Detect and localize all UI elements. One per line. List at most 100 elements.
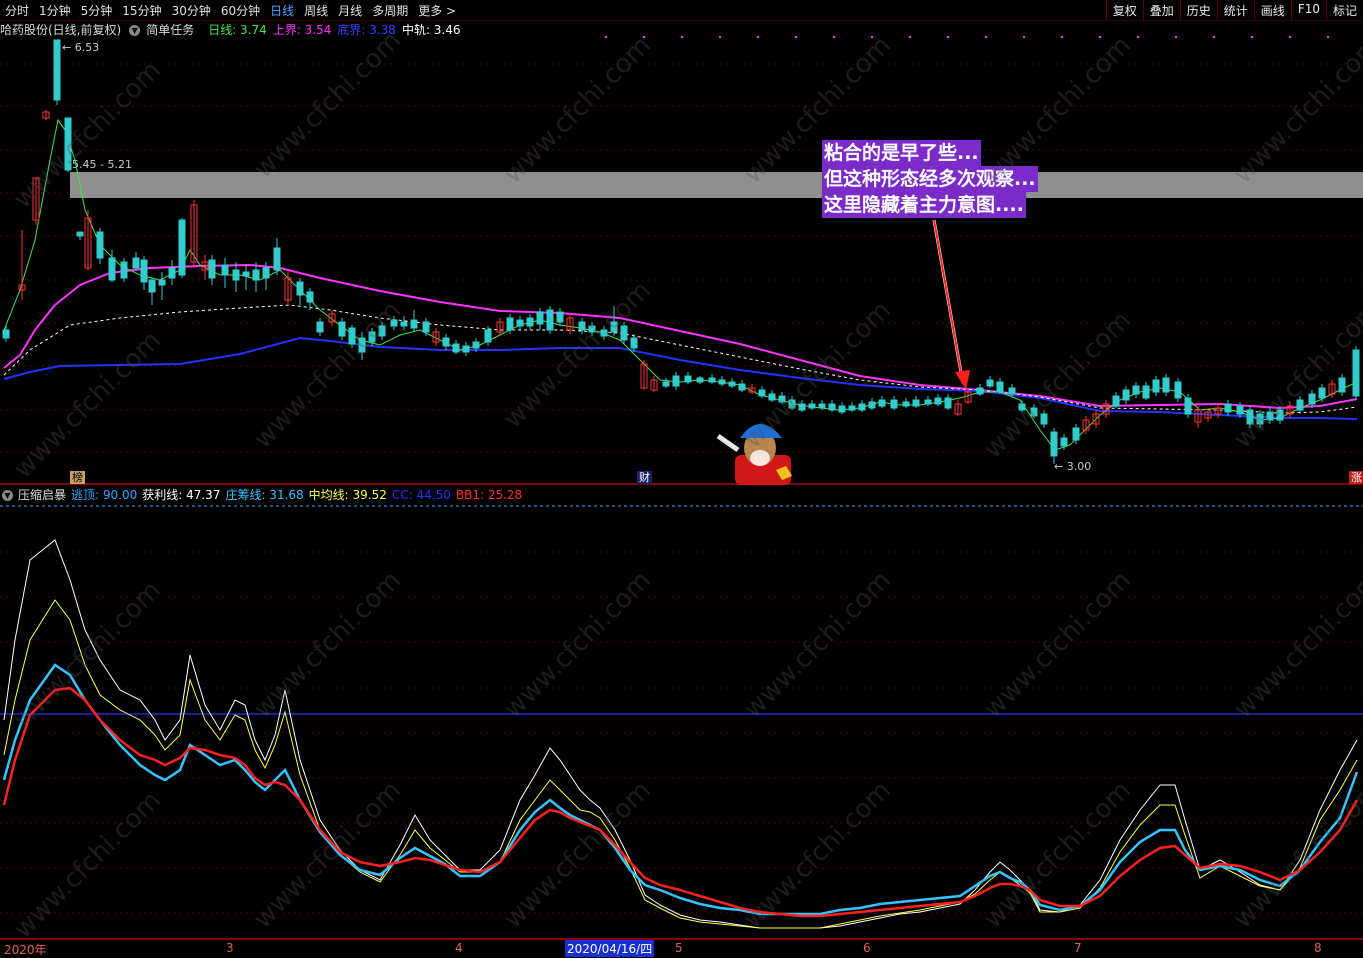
candle-body	[890, 399, 898, 409]
marker-dot	[1023, 36, 1025, 38]
candle-body	[262, 267, 270, 279]
candle-body	[484, 329, 492, 343]
date-label-3: 2020/04/16/四	[565, 940, 655, 957]
candle-body	[506, 317, 514, 331]
candle-body	[758, 389, 766, 397]
marker-dot	[947, 36, 949, 38]
marker-dot	[643, 36, 645, 38]
candle-body	[684, 375, 692, 383]
candle-body	[588, 325, 596, 333]
date-label-5: 6	[863, 941, 871, 955]
candle-body	[902, 401, 910, 407]
lower-value-3: 中均线: 39.52	[308, 488, 387, 502]
annotation-line-0: 粘合的是早了些...	[822, 140, 981, 166]
candle-body	[808, 403, 816, 409]
marker-dot	[1251, 36, 1253, 38]
candle-body	[798, 403, 806, 411]
candle-body	[108, 257, 116, 281]
chevron-down-icon[interactable]: ▼	[2, 490, 13, 501]
daily-line	[3, 118, 1358, 451]
candle-body	[708, 377, 716, 383]
candle-body	[316, 321, 324, 333]
candle-body	[462, 345, 470, 353]
candle-body	[358, 337, 366, 353]
candle-body	[976, 387, 984, 395]
candle-body	[368, 331, 376, 343]
candle-body	[1224, 403, 1232, 413]
lower-value-4: CC: 44.50	[391, 488, 451, 502]
candle-body	[924, 399, 932, 405]
candle-body	[64, 117, 72, 171]
candle-body	[1112, 395, 1120, 407]
candle-body	[696, 377, 704, 383]
candle-body	[868, 401, 876, 409]
candle-body	[1132, 385, 1140, 395]
marker-dot	[909, 36, 911, 38]
badge-zhang: 涨	[1349, 471, 1363, 484]
candle-body	[148, 279, 156, 293]
candle-body	[848, 405, 856, 411]
candle-body	[400, 321, 408, 327]
candle-body	[158, 279, 166, 286]
marker-dot	[681, 36, 683, 38]
candle-body	[1318, 387, 1326, 399]
date-label-4: 5	[675, 941, 683, 955]
candle-body	[944, 397, 952, 409]
candle-body	[526, 317, 534, 327]
marker-dot	[1213, 36, 1215, 38]
lower-indicator-name[interactable]: 压缩启暴	[18, 488, 66, 502]
candle-body	[788, 399, 796, 409]
marker-dot	[1289, 36, 1291, 38]
candle-body	[422, 321, 430, 333]
lower-value-1: 获利线: 47.37	[142, 488, 221, 502]
candle-body	[1246, 409, 1254, 425]
candle-body	[516, 319, 524, 327]
candle-body	[1030, 407, 1038, 417]
chip-line	[2, 663, 1359, 916]
date-label-6: 7	[1074, 941, 1082, 955]
candle-body	[1040, 413, 1048, 425]
marker-dot	[605, 36, 607, 38]
badge-bang: 榜	[70, 471, 85, 484]
marker-dot	[1137, 36, 1139, 38]
date-label-0: 2020年	[4, 943, 47, 957]
candle-body	[1236, 405, 1244, 415]
candle-body	[410, 319, 418, 329]
candle-body	[452, 343, 460, 353]
date-label-7: 8	[1314, 941, 1322, 955]
candle-body	[140, 259, 148, 283]
candle-body	[1162, 377, 1170, 393]
candle-body	[96, 231, 104, 259]
candle-body	[242, 271, 250, 277]
candle-body	[76, 231, 84, 237]
candle-body	[1352, 349, 1360, 397]
candle-body	[986, 379, 994, 387]
candle-body	[132, 257, 140, 269]
candle-body	[1174, 381, 1182, 399]
candle-body	[1122, 389, 1130, 401]
candle-body	[1050, 431, 1058, 457]
candle-body	[1142, 385, 1150, 399]
candle-body	[778, 395, 786, 403]
chart-canvas[interactable]: 5.45 - 5.21 ← 6.53 ← 3.00	[0, 0, 1363, 957]
marker-dot	[1061, 36, 1063, 38]
candle-body	[348, 327, 356, 345]
annotation-callout: 粘合的是早了些... 但这种形态经多次观察... 这里隐藏着主力意图....	[822, 140, 1038, 218]
candle-body	[273, 247, 281, 271]
marker-dot	[1327, 36, 1329, 38]
candle-body	[728, 381, 736, 387]
candle-body	[338, 321, 346, 337]
profit-line	[3, 539, 1358, 929]
candle-body	[620, 325, 628, 341]
range-label: 5.45 - 5.21	[72, 158, 132, 171]
candle-body	[858, 403, 866, 411]
marker-dot	[795, 36, 797, 38]
marker-dot	[871, 36, 873, 38]
low-price-label: ← 3.00	[1054, 460, 1091, 473]
candle-body	[208, 259, 216, 279]
mascot-arm	[716, 433, 740, 453]
candle-body	[178, 219, 186, 276]
candle-body	[1072, 427, 1080, 441]
date-label-1: 3	[226, 941, 234, 955]
candle-body	[306, 291, 314, 303]
